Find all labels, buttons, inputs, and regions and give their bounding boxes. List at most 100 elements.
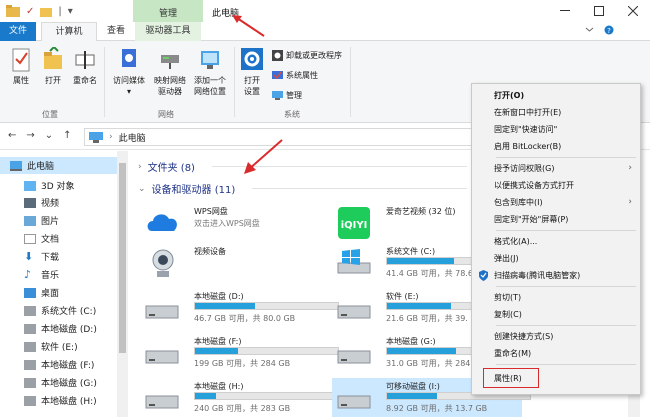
map-drive-button[interactable]: 映射网络 驱动器 [150,47,190,97]
menu-item-label: 创建快捷方式(S) [494,332,554,341]
access-media-button[interactable]: 访问媒体 ▾ [108,47,150,97]
maximize-button[interactable] [582,0,616,22]
rename-icon [75,51,95,69]
sidebar-item-drive-f[interactable]: 本地磁盘 (F:) [0,356,117,373]
drive-icon [24,377,36,388]
tile-name: 本地磁盘 (G:) [386,337,436,346]
address-path-box[interactable]: › 此电脑 [84,128,504,146]
sidebar-item-drive-d[interactable]: 本地磁盘 (D:) [0,320,117,337]
menu-item-open-as-portable[interactable]: 以便携式设备方式打开 [472,177,640,194]
location-group-label: 位置 [42,110,58,119]
ribbon-separator [350,47,351,117]
minimize-button[interactable] [548,0,582,22]
folders-section-header[interactable]: › 文件夹 (8) [138,159,195,175]
help-icon[interactable]: ? [604,25,614,35]
tab-computer[interactable]: 计算机 [41,22,97,42]
menu-item-label: 复制(C) [494,310,522,319]
tab-view[interactable]: 查看 [98,22,134,41]
menu-item-create-shortcut[interactable]: 创建快捷方式(S) [472,328,640,345]
tile-wps-drive[interactable]: WPS网盘 双击进入WPS网盘 [140,203,325,243]
menu-item-label: 扫描病毒(腾讯电脑管家) [494,271,581,280]
add-network-location-button[interactable]: 添加一个 网络位置 [190,47,230,97]
up-arrow-icon[interactable]: ↑ [63,130,71,141]
open-settings-button[interactable]: 打开 设置 [238,47,266,97]
tile-drive-d[interactable]: 本地磁盘 (D:) 46.7 GB 可用，共 80.0 GB [140,288,339,328]
sidebar-item-drive-h[interactable]: 本地磁盘 (H:) [0,392,117,409]
recent-dropdown-icon[interactable]: ⌄ [45,130,53,141]
sidebar-item-this-pc[interactable]: 此电脑 [0,157,117,174]
menu-item-rename[interactable]: 重命名(M) [472,345,640,362]
close-button[interactable] [616,0,650,22]
computer-manage-icon [272,91,283,100]
open-settings-label: 打开 设置 [244,76,260,96]
drive-icon [24,305,36,316]
uninstall-program-button[interactable]: 卸载或更改程序 [272,50,342,61]
sidebar-item-videos[interactable]: 视频 [0,194,117,211]
menu-item-open-new-window[interactable]: 在新窗口中打开(E) [472,104,640,121]
qat-check-icon[interactable]: ✓ [26,6,34,17]
sidebar-item-desktop[interactable]: 桌面 [0,284,117,301]
properties-button[interactable]: 属性 [6,47,36,86]
forward-arrow-icon[interactable]: → [26,130,34,141]
properties-icon [12,48,30,72]
menu-item-pin-quick-access[interactable]: 固定到"快速访问" [472,121,640,138]
ribbon-separator [234,47,235,117]
minimize-icon [560,10,570,11]
sidebar-item-drive-e[interactable]: 软件 (E:) [0,338,117,355]
manage-label: 管理 [286,91,302,100]
shield-icon [479,270,488,281]
drive-free-space: 199 GB 可用，共 284 GB [194,359,291,368]
open-label: 打开 [45,76,61,85]
tile-drive-h[interactable]: 本地磁盘 (H:) 240 GB 可用，共 283 GB [140,378,339,417]
maximize-icon [594,6,604,16]
menu-item-label: 以便携式设备方式打开 [494,181,574,190]
content-pane: › 文件夹 (8) ⌄ 设备和驱动器 (11) WPS网盘 双击进入WPS网盘 … [132,151,531,417]
sidebar-item-label: 3D 对象 [41,182,75,192]
section-divider [252,188,467,189]
menu-item-pin-start[interactable]: 固定到"开始"屏幕(P) [472,211,640,228]
sidebar-item-documents[interactable]: 文档 [0,230,117,247]
sidebar-item-drive-g[interactable]: 本地磁盘 (G:) [0,374,117,391]
sidebar-item-music[interactable]: ♪ 音乐 [0,266,117,283]
chevron-down-icon[interactable] [585,25,594,34]
tile-video-device[interactable]: 视频设备 [140,243,325,283]
ribbon-separator [104,47,105,117]
menu-item-cut[interactable]: 剪切(T) [472,289,640,306]
tab-file[interactable]: 文件 [0,22,36,41]
menu-item-copy[interactable]: 复制(C) [472,306,640,323]
menu-item-bitlocker[interactable]: 启用 BitLocker(B) [472,138,640,155]
manage-tab-label[interactable]: 管理 [133,6,203,19]
ribbon-tab-row: 文件 计算机 查看 驱动器工具 ? [0,22,650,42]
sidebar-item-pictures[interactable]: 图片 [0,212,117,229]
cloud-icon [147,214,177,231]
back-arrow-icon[interactable]: ← [8,130,16,141]
menu-item-scan-virus[interactable]: 扫描病毒(腾讯电脑管家) [472,267,640,284]
drive-icon [337,350,371,364]
tile-drive-f[interactable]: 本地磁盘 (F:) 199 GB 可用，共 284 GB [140,333,339,373]
qat-dropdown-icon[interactable]: ▾ [68,6,73,17]
menu-item-grant-access[interactable]: 授予访问权限(G) › [472,160,640,177]
manage-button[interactable]: 管理 [272,90,302,101]
menu-item-eject[interactable]: 弹出(J) [472,250,640,267]
sidebar-item-downloads[interactable]: ⬇ 下载 [0,248,117,265]
new-folder-icon[interactable] [40,6,53,17]
gear-icon [241,48,263,70]
sidebar-item-drive-c[interactable]: 系统文件 (C:) [0,302,117,319]
menu-item-format[interactable]: 格式化(A)... [472,233,640,250]
drive-free-space: 31.0 GB 可用，共 284 GB [386,359,485,368]
devices-section-header[interactable]: ⌄ 设备和驱动器 (11) [138,181,235,197]
computer-icon [10,160,22,171]
menu-item-include-in-library[interactable]: 包含到库中(I) › [472,194,640,211]
menu-item-label: 固定到"开始"屏幕(P) [494,215,569,224]
picture-icon [24,215,36,226]
sidebar-item-3d-objects[interactable]: 3D 对象 [0,177,117,194]
close-icon [628,6,638,16]
system-properties-button[interactable]: 系统属性 [272,70,318,81]
sidebar-scroll-thumb[interactable] [119,163,126,353]
tile-name: 软件 (E:) [386,292,419,301]
tab-driver-tools[interactable]: 驱动器工具 [135,22,201,41]
menu-item-open[interactable]: 打开(O) [472,87,640,104]
sidebar-scrollbar[interactable] [117,151,128,417]
open-button[interactable]: 打开 [38,47,68,86]
rename-button[interactable]: 重命名 [68,47,102,86]
